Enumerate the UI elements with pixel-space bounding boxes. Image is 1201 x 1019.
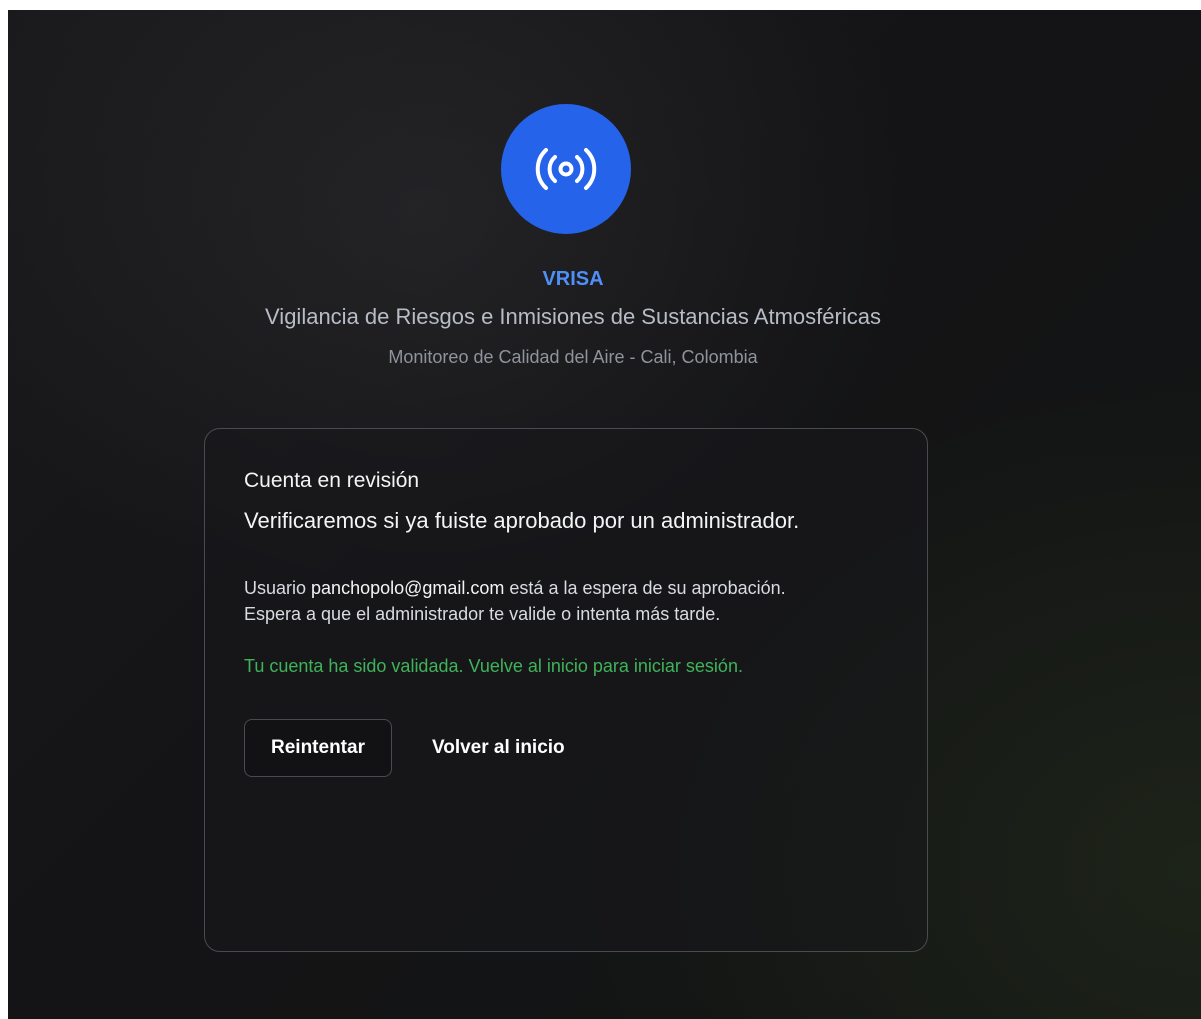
message-suffix: está a la espera de su aprobación. [504,578,786,598]
brand-full-name: Vigilancia de Riesgos e Inmisiones de Su… [265,304,881,329]
account-review-card: Cuenta en revisión Verificaremos si ya f… [204,428,928,952]
app-background: VRISA Vigilancia de Riesgos e Inmisiones… [8,10,1201,1019]
message-prefix: Usuario [244,578,312,598]
back-to-home-link[interactable]: Volver al inicio [432,737,565,759]
success-message: Tu cuenta ha sido validada. Vuelve al in… [244,656,743,676]
broadcast-icon [535,148,597,190]
user-email: panchopolo@gmail.com [311,578,505,598]
card-title: Cuenta en revisión [244,469,420,492]
card-actions: Reintentar Volver al inicio [244,719,894,777]
pending-approval-message: Usuario panchopolo@gmail.com está a la e… [244,575,894,627]
brand-subtitle: Monitoreo de Calidad del Aire - Cali, Co… [388,347,758,367]
message-line-2: Espera a que el administrador te valide … [244,604,721,624]
card-content: Cuenta en revisión Verificaremos si ya f… [244,467,894,777]
app-logo [501,104,631,234]
card-headline: Verificaremos si ya fuiste aprobado por … [244,508,800,533]
brand-name: VRISA [542,268,604,290]
retry-button[interactable]: Reintentar [244,719,392,777]
